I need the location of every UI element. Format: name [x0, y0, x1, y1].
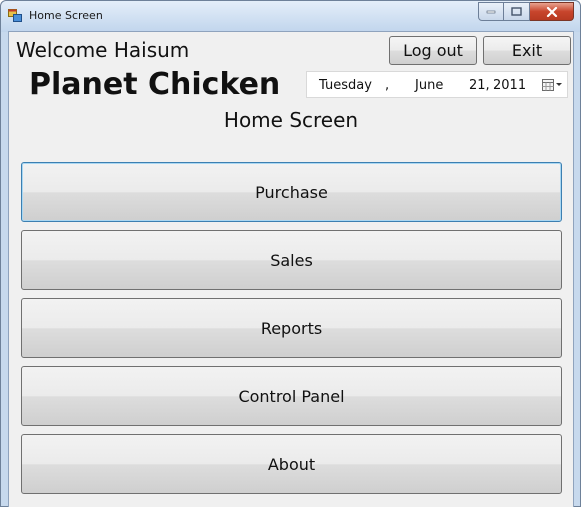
- caption-buttons: [478, 2, 574, 21]
- date-month-field[interactable]: June: [415, 78, 443, 93]
- minimize-icon: [486, 10, 496, 13]
- date-date-field[interactable]: 21,: [469, 78, 490, 93]
- purchase-button[interactable]: Purchase: [21, 162, 562, 222]
- close-button[interactable]: [530, 2, 574, 21]
- date-day-field[interactable]: Tuesday: [319, 78, 372, 93]
- main-window: Home Screen Welcome Haisum Planet Chicke…: [0, 0, 581, 507]
- minimize-button[interactable]: [478, 2, 504, 21]
- maximize-button[interactable]: [504, 2, 530, 21]
- calendar-dropdown-button[interactable]: [541, 77, 563, 93]
- calendar-dropdown-icon: [542, 79, 562, 91]
- page-title: Home Screen: [223, 108, 359, 132]
- date-picker[interactable]: Tuesday , June 21, 2011: [306, 71, 568, 98]
- exit-button[interactable]: Exit: [483, 36, 571, 65]
- close-icon: [546, 6, 557, 17]
- brand-title: Planet Chicken: [29, 67, 281, 102]
- control-panel-button[interactable]: Control Panel: [21, 366, 562, 426]
- app-window-icon: [8, 9, 22, 22]
- reports-button[interactable]: Reports: [21, 298, 562, 358]
- logout-button[interactable]: Log out: [389, 36, 477, 65]
- about-button[interactable]: About: [21, 434, 562, 494]
- date-year-field[interactable]: 2011: [493, 78, 526, 93]
- client-area: Welcome Haisum Planet Chicken Home Scree…: [8, 31, 574, 507]
- window-title: Home Screen: [29, 9, 103, 22]
- maximize-icon: [511, 7, 522, 16]
- sales-button[interactable]: Sales: [21, 230, 562, 290]
- title-bar[interactable]: Home Screen: [1, 1, 580, 31]
- date-separator: ,: [385, 78, 390, 93]
- welcome-message: Welcome Haisum: [16, 38, 190, 62]
